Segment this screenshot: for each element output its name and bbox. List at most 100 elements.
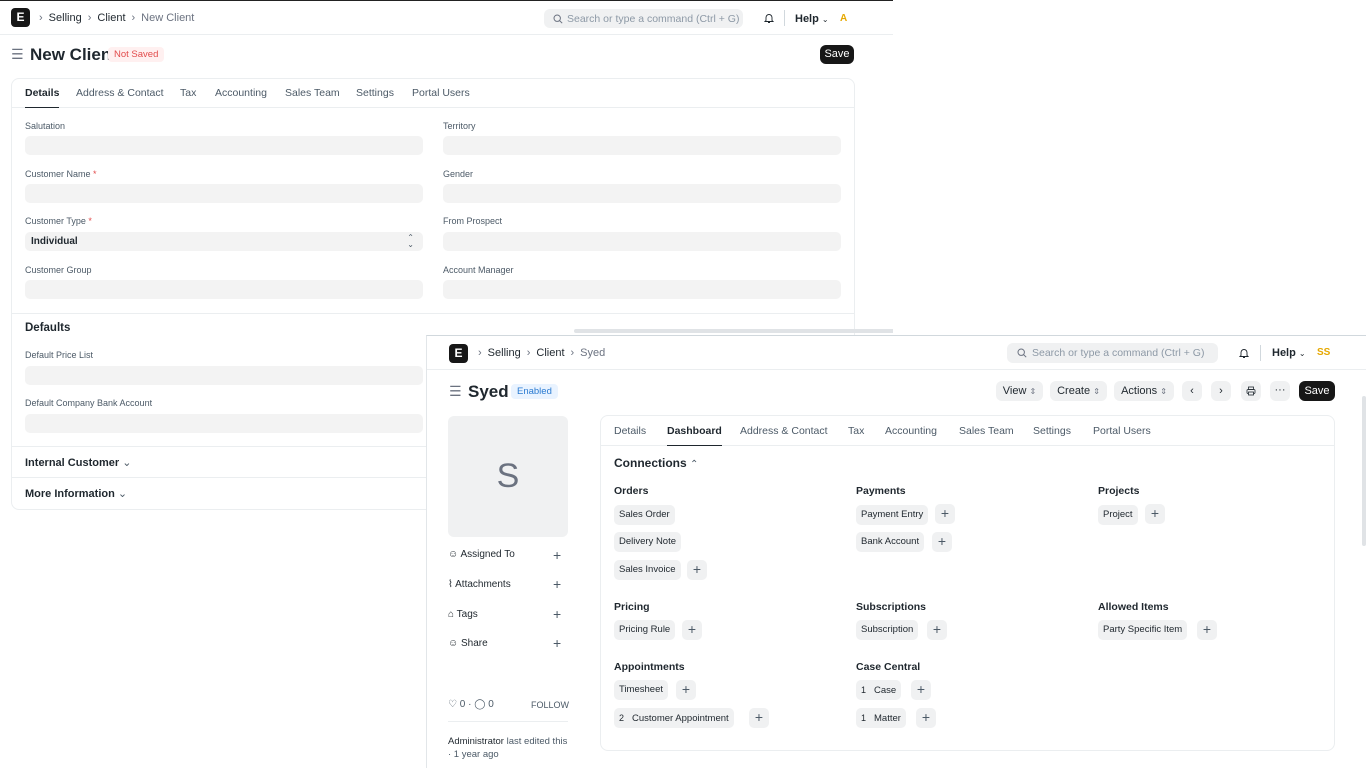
case-label: Case: [874, 685, 897, 696]
chevron-down-icon: ⌄: [117, 488, 128, 500]
tab-settings[interactable]: Settings: [356, 87, 394, 99]
customer-group-field[interactable]: [25, 280, 423, 299]
from-prospect-field[interactable]: [443, 232, 841, 251]
add-bank-account-button[interactable]: +: [932, 532, 952, 552]
salutation-field[interactable]: [25, 136, 423, 155]
pricing-rule-link[interactable]: Pricing Rule: [614, 620, 676, 640]
printer-icon: [1246, 386, 1256, 396]
user-avatar[interactable]: A: [840, 13, 847, 24]
chevron-right-icon: ›: [1219, 385, 1223, 397]
account-manager-field[interactable]: [443, 280, 841, 299]
avatar-image[interactable]: S: [448, 416, 568, 537]
add-case-button[interactable]: +: [911, 680, 931, 700]
breadcrumb-selling[interactable]: Selling: [49, 12, 82, 24]
add-project-button[interactable]: +: [1145, 504, 1165, 524]
default-price-list-field[interactable]: [25, 366, 423, 385]
breadcrumb-client[interactable]: Client: [536, 347, 564, 359]
default-price-list-label: Default Price List: [25, 350, 94, 360]
tab-portal-users[interactable]: Portal Users: [412, 87, 470, 99]
tab-address-contact[interactable]: Address & Contact: [76, 87, 164, 99]
likes-count: 0: [459, 699, 466, 710]
help-dropdown[interactable]: Help ⌄: [1272, 347, 1306, 359]
horizontal-scrollbar[interactable]: [574, 329, 893, 333]
actions-dropdown[interactable]: Actions ⇕: [1114, 381, 1174, 401]
tab-details[interactable]: Details: [25, 87, 60, 108]
customer-appointment-link[interactable]: 2 Customer Appointment: [614, 708, 734, 728]
vertical-scrollbar[interactable]: [1362, 396, 1366, 546]
add-tag-icon[interactable]: +: [553, 607, 561, 621]
view-dropdown[interactable]: View ⇕: [996, 381, 1043, 401]
subscription-link[interactable]: Subscription: [856, 620, 919, 640]
user-avatar[interactable]: SS: [1317, 347, 1330, 358]
print-button[interactable]: [1241, 381, 1261, 401]
form-tabs: Details Address & Contact Tax Accounting…: [12, 79, 854, 108]
add-customer-appointment-button[interactable]: +: [749, 708, 769, 728]
project-link[interactable]: Project: [1098, 505, 1138, 525]
sales-invoice-link[interactable]: Sales Invoice: [614, 560, 681, 580]
heart-icon[interactable]: ♡: [448, 699, 457, 710]
tab-sales-team[interactable]: Sales Team: [285, 87, 340, 99]
territory-field[interactable]: [443, 136, 841, 155]
add-share-icon[interactable]: +: [553, 636, 561, 650]
tab-address-contact[interactable]: Address & Contact: [740, 425, 828, 437]
paperclip-icon: ⌇: [448, 579, 453, 590]
gender-field[interactable]: [443, 184, 841, 203]
matter-link[interactable]: 1 Matter: [856, 708, 906, 728]
timesheet-link[interactable]: Timesheet: [614, 680, 668, 700]
help-dropdown[interactable]: Help ⌄: [795, 13, 829, 25]
payment-entry-link[interactable]: Payment Entry: [856, 505, 929, 525]
customer-name-field[interactable]: [25, 184, 423, 203]
breadcrumb-selling[interactable]: Selling: [488, 347, 521, 359]
tab-portal-users[interactable]: Portal Users: [1093, 425, 1151, 437]
tab-accounting[interactable]: Accounting: [215, 87, 267, 99]
sidebar-toggle-icon[interactable]: ☰: [449, 383, 462, 400]
previous-record-button[interactable]: ‹: [1182, 381, 1202, 401]
search-input[interactable]: Search or type a command (Ctrl + G): [544, 9, 743, 28]
more-information-section[interactable]: More Information ⌄: [25, 487, 127, 500]
add-subscription-button[interactable]: +: [927, 620, 947, 640]
add-payment-entry-button[interactable]: +: [935, 504, 955, 524]
comment-icon[interactable]: ◯: [474, 699, 485, 710]
status-badge: Not Saved: [108, 47, 165, 62]
more-options-button[interactable]: ···: [1270, 381, 1290, 401]
tab-accounting[interactable]: Accounting: [885, 425, 937, 437]
tab-settings[interactable]: Settings: [1033, 425, 1071, 437]
internal-customer-section[interactable]: Internal Customer ⌄: [25, 456, 131, 469]
bell-icon[interactable]: [1238, 347, 1250, 359]
add-timesheet-button[interactable]: +: [676, 680, 696, 700]
bell-icon[interactable]: [763, 12, 775, 24]
add-party-specific-item-button[interactable]: +: [1197, 620, 1217, 640]
count-badge: 1: [861, 685, 867, 695]
add-assignee-icon[interactable]: +: [553, 548, 561, 562]
app-logo[interactable]: E: [449, 344, 468, 363]
add-pricing-rule-button[interactable]: +: [682, 620, 702, 640]
editor-name[interactable]: Administrator: [448, 736, 504, 747]
connections-title[interactable]: Connections ⌃: [614, 456, 698, 470]
delivery-note-link[interactable]: Delivery Note: [614, 532, 682, 552]
tab-tax[interactable]: Tax: [848, 425, 864, 437]
app-logo[interactable]: E: [11, 8, 30, 27]
tab-sales-team[interactable]: Sales Team: [959, 425, 1014, 437]
case-link[interactable]: 1 Case: [856, 680, 902, 700]
attachments-label: Attachments: [455, 579, 511, 590]
add-attachment-icon[interactable]: +: [553, 577, 561, 591]
tab-dashboard[interactable]: Dashboard: [667, 425, 722, 446]
breadcrumb-client[interactable]: Client: [97, 12, 125, 24]
save-button[interactable]: Save: [1299, 381, 1335, 401]
sales-order-link[interactable]: Sales Order: [614, 505, 675, 525]
follow-button[interactable]: FOLLOW: [531, 700, 569, 710]
search-input[interactable]: Search or type a command (Ctrl + G): [1007, 343, 1218, 363]
next-record-button[interactable]: ›: [1211, 381, 1231, 401]
tab-details[interactable]: Details: [614, 425, 646, 437]
add-matter-button[interactable]: +: [916, 708, 936, 728]
tab-tax[interactable]: Tax: [180, 87, 196, 99]
add-sales-invoice-button[interactable]: +: [687, 560, 707, 580]
sidebar-toggle-icon[interactable]: ☰: [11, 46, 24, 63]
create-dropdown[interactable]: Create ⇕: [1050, 381, 1107, 401]
party-specific-item-link[interactable]: Party Specific Item: [1098, 620, 1188, 640]
save-button[interactable]: Save: [820, 45, 854, 64]
customer-type-select[interactable]: Individual ⌃ ⌄: [25, 232, 423, 251]
bank-account-link[interactable]: Bank Account: [856, 532, 925, 552]
more-information-label: More Information: [25, 488, 115, 500]
default-bank-account-field[interactable]: [25, 414, 423, 433]
